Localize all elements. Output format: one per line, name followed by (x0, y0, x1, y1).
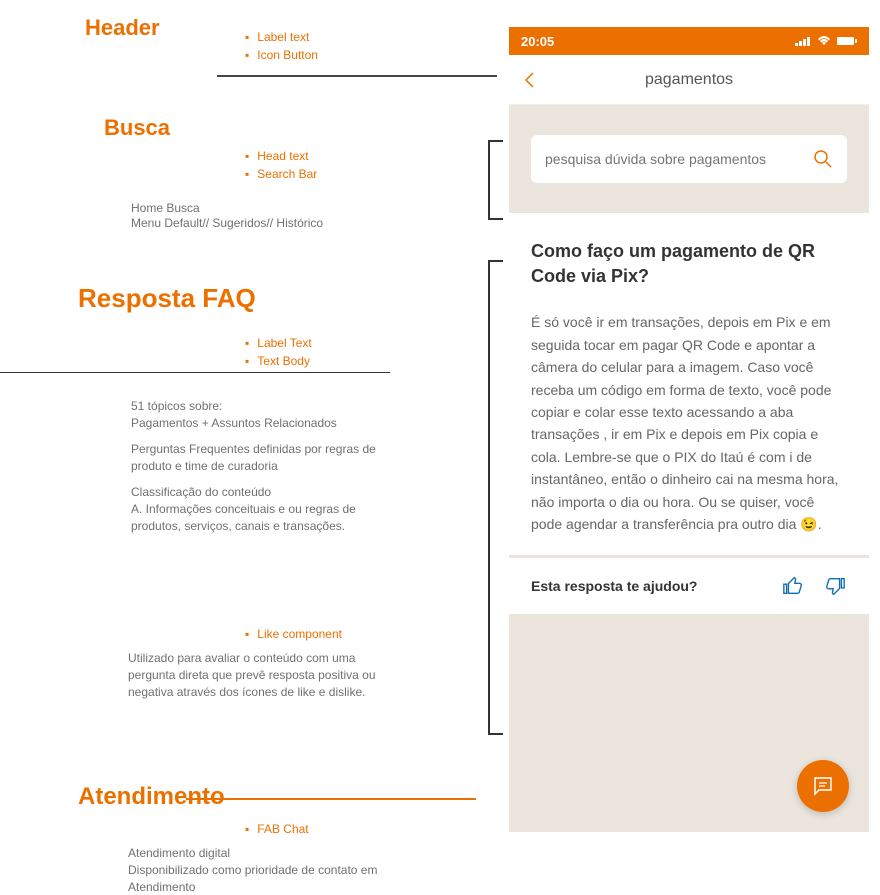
back-button[interactable] (509, 60, 549, 100)
signal-icon (795, 36, 811, 46)
note-menu-default: Menu Default// Sugeridos// Histórico (131, 215, 323, 232)
bracket (488, 260, 503, 735)
phone-mockup: 20:05 pagamentos Como faço um pagamento … (509, 27, 869, 832)
faq-title: Como faço um pagamento de QR Code via Pi… (531, 239, 847, 289)
search-input[interactable] (545, 151, 803, 167)
annotation-panel: Header Label text Icon Button Busca Head… (0, 0, 480, 873)
faq-body: É só você ir em transações, depois em Pi… (531, 311, 847, 535)
status-time: 20:05 (521, 34, 554, 49)
search-icon (813, 149, 833, 169)
search-area (509, 105, 869, 213)
chat-icon (811, 774, 835, 798)
connector-line (186, 798, 476, 800)
section-header-title: Header (85, 15, 160, 41)
status-icons (795, 36, 857, 46)
battery-icon (837, 36, 857, 46)
section-busca-title: Busca (104, 115, 170, 141)
chevron-left-icon (523, 71, 535, 89)
fab-chat-button[interactable] (797, 760, 849, 812)
divider (0, 372, 390, 373)
bullet-head-text: Head text (245, 149, 309, 163)
bullet-icon-button: Icon Button (245, 48, 318, 62)
search-box[interactable] (531, 135, 847, 183)
feedback-bar: Esta resposta te ajudou? (509, 558, 869, 614)
faq-card: Como faço um pagamento de QR Code via Pi… (509, 213, 869, 555)
note-perguntas: Perguntas Frequentes definidas por regra… (131, 441, 391, 475)
thumbs-up-icon (782, 575, 804, 597)
note-atendimento-desc: Atendimento digital Disponibilizado como… (128, 845, 388, 895)
bullet-like-component: Like component (245, 627, 342, 641)
bullet-fab-chat: FAB Chat (245, 822, 309, 836)
section-atendimento-title: Atendimento (78, 783, 225, 811)
note-like-desc: Utilizado para avaliar o conteúdo com um… (128, 650, 378, 700)
divider (217, 75, 497, 77)
nav-title: pagamentos (509, 71, 869, 89)
bullet-search-bar: Search Bar (245, 167, 317, 181)
thumbs-down-icon (824, 575, 846, 597)
thumbs-up-button[interactable] (781, 574, 805, 598)
bullet-text-body: Text Body (245, 354, 310, 368)
note-topicos: 51 tópicos sobre: Pagamentos + Assuntos … (131, 398, 391, 432)
nav-bar: pagamentos (509, 55, 869, 105)
status-bar: 20:05 (509, 27, 869, 55)
thumbs-group (781, 574, 847, 598)
section-resposta-title: Resposta FAQ (78, 283, 256, 314)
bullet-label-text-2: Label Text (245, 336, 312, 350)
thumbs-down-button[interactable] (823, 574, 847, 598)
bracket (488, 140, 503, 220)
note-classificacao: Classificação do conteúdo A. Informações… (131, 484, 391, 534)
bullet-label-text: Label text (245, 30, 309, 44)
wifi-icon (817, 36, 831, 46)
feedback-question: Esta resposta te ajudou? (531, 578, 697, 594)
